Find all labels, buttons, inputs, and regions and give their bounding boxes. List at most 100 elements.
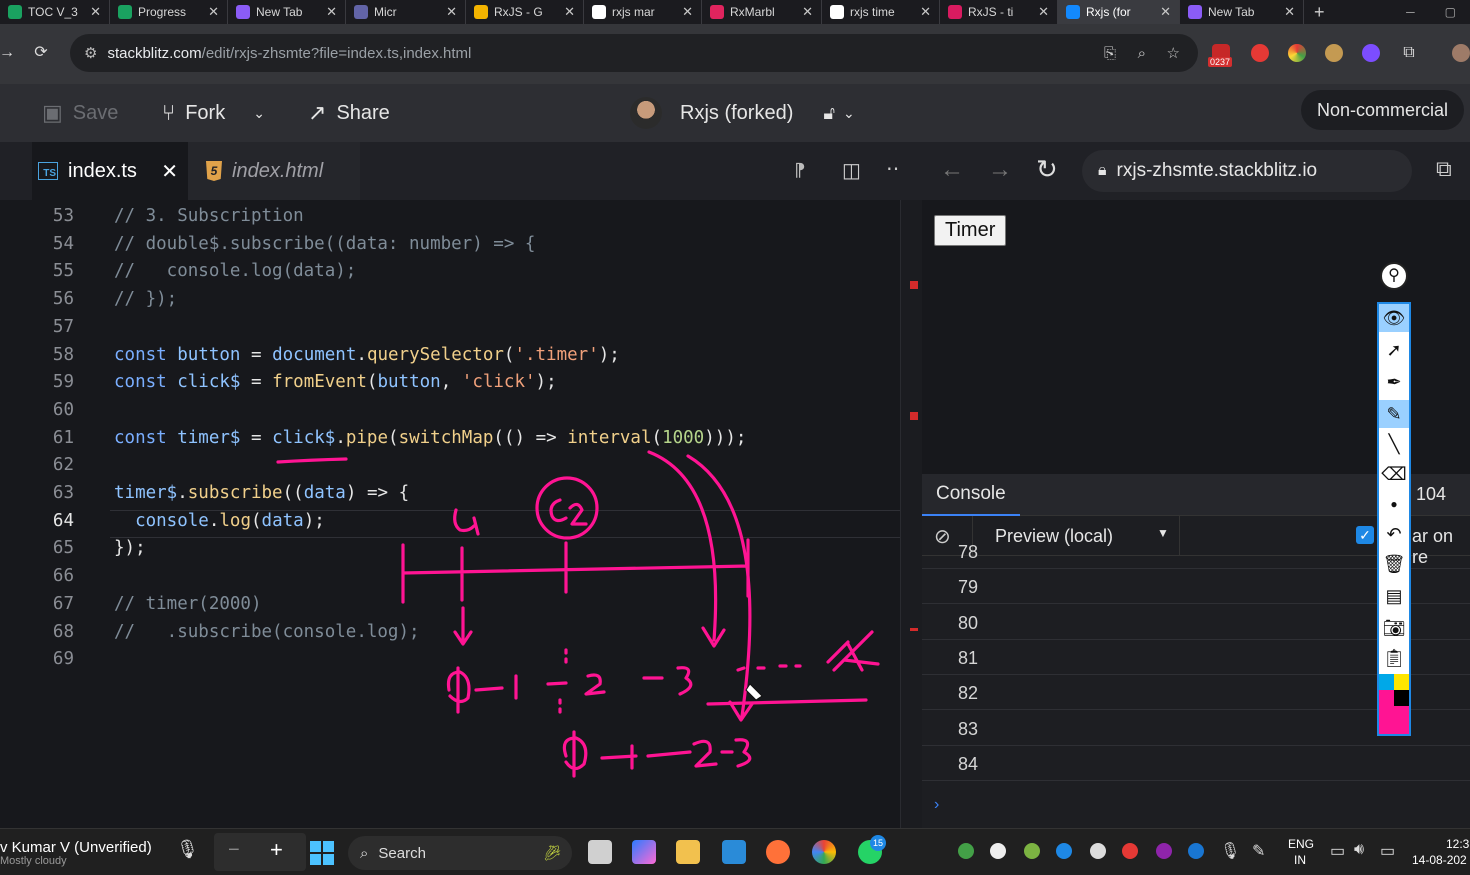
maximize-icon[interactable]: ▢ <box>1445 5 1456 19</box>
split-editor-icon[interactable]: ◫ <box>842 158 861 183</box>
windows-start-icon[interactable] <box>310 841 334 865</box>
minimize-icon[interactable]: ─ <box>1406 5 1415 19</box>
zoom-out-icon[interactable]: − <box>228 839 240 862</box>
tab-index-html[interactable]: 5 index.html <box>188 142 360 200</box>
color-yellow[interactable] <box>1394 674 1409 690</box>
browser-tab[interactable]: Micr ✕ <box>346 0 466 24</box>
tab-console[interactable]: Console <box>922 474 1020 516</box>
clock-time[interactable]: 12:3 <box>1446 837 1469 851</box>
reload-icon[interactable]: ⟳ <box>30 42 52 64</box>
lock-icon[interactable]: 🔓︎ <box>823 103 835 124</box>
clock-date[interactable]: 14-08-202 <box>1412 853 1467 867</box>
code-line[interactable]: // timer(2000) <box>114 594 262 614</box>
firefox-icon[interactable] <box>766 840 790 864</box>
browser-tab[interactable]: rxjs mar ✕ <box>584 0 702 24</box>
code-line[interactable]: // .subscribe(console.log); <box>114 622 420 642</box>
extensions-puzzle-icon[interactable]: ⧉ <box>1398 42 1420 64</box>
site-info-icon[interactable]: ⚙ <box>84 44 97 62</box>
new-tab-button[interactable]: + <box>1304 2 1335 23</box>
trash-icon[interactable]: 🗑︎ <box>1379 550 1409 578</box>
tray-app-icon[interactable] <box>1056 843 1072 859</box>
tray-app-icon[interactable] <box>1156 843 1172 859</box>
code-editor[interactable]: 53 // 3. Subscription 54 // double$.subscri… <box>0 200 900 828</box>
pen-tray-icon[interactable]: ✎ <box>1252 841 1265 861</box>
display-icon[interactable]: ▭ <box>1330 841 1345 861</box>
code-line[interactable]: const button = document.querySelector('.… <box>114 345 620 365</box>
line-icon[interactable]: ╲ <box>1379 430 1409 458</box>
board-icon[interactable]: ▤ <box>1379 582 1409 610</box>
share-button[interactable]: ↗ Share <box>308 84 390 142</box>
extension-red-icon[interactable] <box>1251 44 1269 62</box>
code-line[interactable]: // }); <box>114 289 177 309</box>
pen-icon[interactable]: ✒ <box>1379 368 1409 396</box>
project-title[interactable]: Rxjs (forked) 🔓︎ ⌄ <box>630 84 855 142</box>
battery-icon[interactable]: ▭ <box>1380 841 1395 861</box>
taskbar-search[interactable]: ⌕ Search 🌽︎ <box>348 836 572 870</box>
profile-avatar[interactable] <box>1452 44 1470 62</box>
refresh-icon[interactable]: ↻ <box>1036 154 1058 185</box>
microphone-icon[interactable]: 🎙︎ <box>1220 841 1240 861</box>
close-tab-icon[interactable]: ✕ <box>318 4 337 20</box>
zoom-icon[interactable]: ⌕ <box>1138 45 1146 62</box>
highlighter-icon[interactable]: ✎ <box>1379 400 1409 428</box>
color-cyan[interactable] <box>1379 674 1394 690</box>
dot-icon[interactable]: ● <box>1379 490 1409 518</box>
close-tab-icon[interactable]: ✕ <box>674 4 693 20</box>
language-bottom[interactable]: IN <box>1294 853 1306 867</box>
close-tab-icon[interactable]: ✕ <box>794 4 813 20</box>
pin-icon[interactable]: ⚲ <box>1380 262 1408 290</box>
tray-app-icon[interactable] <box>1024 843 1040 859</box>
close-tab-icon[interactable]: ✕ <box>82 4 101 20</box>
code-line[interactable]: timer$.subscribe((data) => { <box>114 483 409 503</box>
tab-index-ts[interactable]: TS index.ts ✕ <box>32 142 188 200</box>
chrome-icon[interactable] <box>812 840 836 864</box>
browser-tab[interactable]: RxJS - G ✕ <box>466 0 584 24</box>
volume-icon[interactable]: 🔊︎ <box>1354 841 1364 859</box>
onedrive-icon[interactable] <box>1090 843 1106 859</box>
chevron-down-icon[interactable]: ⌄ <box>843 105 855 122</box>
back-icon[interactable]: ← <box>940 156 964 184</box>
close-icon[interactable]: ✕ <box>161 159 178 184</box>
browser-tab[interactable]: New Tab ✕ <box>228 0 346 24</box>
open-new-window-icon[interactable]: ⧉ <box>1436 156 1452 182</box>
install-app-icon[interactable]: ⎘ <box>1104 45 1116 62</box>
undo-icon[interactable]: ↶ <box>1379 520 1409 548</box>
browser-tab[interactable]: Rxjs (for ✕ <box>1058 0 1180 24</box>
chevron-down-icon[interactable]: ⌄ <box>253 105 265 122</box>
close-tab-icon[interactable]: ✕ <box>438 4 457 20</box>
zoom-in-icon[interactable]: + <box>270 837 283 863</box>
cursor-icon[interactable]: ➚ <box>1379 336 1409 364</box>
extension-purple-icon[interactable] <box>1362 44 1380 62</box>
preview-url-field[interactable]: 🔒︎ rxjs-zhsmte.stackblitz.io <box>1082 150 1412 192</box>
camera-icon[interactable]: 📷︎ <box>1379 614 1409 642</box>
non-commercial-badge[interactable]: Non-commercial <box>1300 90 1464 130</box>
cookie-icon[interactable] <box>1325 44 1343 62</box>
eraser-icon[interactable]: ⌫ <box>1379 460 1409 488</box>
close-tab-icon[interactable]: ✕ <box>556 4 575 20</box>
task-view-icon[interactable] <box>588 840 612 864</box>
forward-icon[interactable]: → <box>0 42 18 64</box>
close-tab-icon[interactable]: ✕ <box>1152 4 1171 20</box>
code-line[interactable]: // console.log(data); <box>114 261 356 281</box>
close-tab-icon[interactable]: ✕ <box>200 4 219 20</box>
prettier-icon[interactable]: ⁋ <box>794 160 805 181</box>
timer-button[interactable]: Timer <box>934 215 1007 246</box>
browser-tab[interactable]: New Tab ✕ <box>1180 0 1304 24</box>
browser-tab[interactable]: Progress ✕ <box>110 0 228 24</box>
code-line[interactable]: // double$.subscribe((data: number) => { <box>114 234 535 254</box>
clipboard-icon[interactable]: 📋︎ <box>1379 644 1409 672</box>
copilot-icon[interactable] <box>632 840 656 864</box>
eye-icon[interactable]: 👁︎ <box>1379 304 1409 332</box>
network-icon[interactable] <box>958 843 974 859</box>
fork-button[interactable]: ⑂ Fork ⌄ <box>162 84 265 142</box>
color-pink[interactable] <box>1379 690 1394 706</box>
forward-icon[interactable]: → <box>988 156 1012 184</box>
console-prompt-icon[interactable]: › <box>934 796 939 814</box>
url-input[interactable]: ⚙ stackblitz.com/edit/rxjs-zhsmte?file=i… <box>70 34 1198 72</box>
location-icon[interactable] <box>990 843 1006 859</box>
language-top[interactable]: ENG <box>1288 837 1314 851</box>
extension-color-icon[interactable] <box>1288 44 1306 62</box>
code-line[interactable]: const click$ = fromEvent(button, 'click'… <box>114 372 557 392</box>
code-line[interactable]: const timer$ = click$.pipe(switchMap(() … <box>114 428 746 448</box>
file-explorer-icon[interactable] <box>676 840 700 864</box>
